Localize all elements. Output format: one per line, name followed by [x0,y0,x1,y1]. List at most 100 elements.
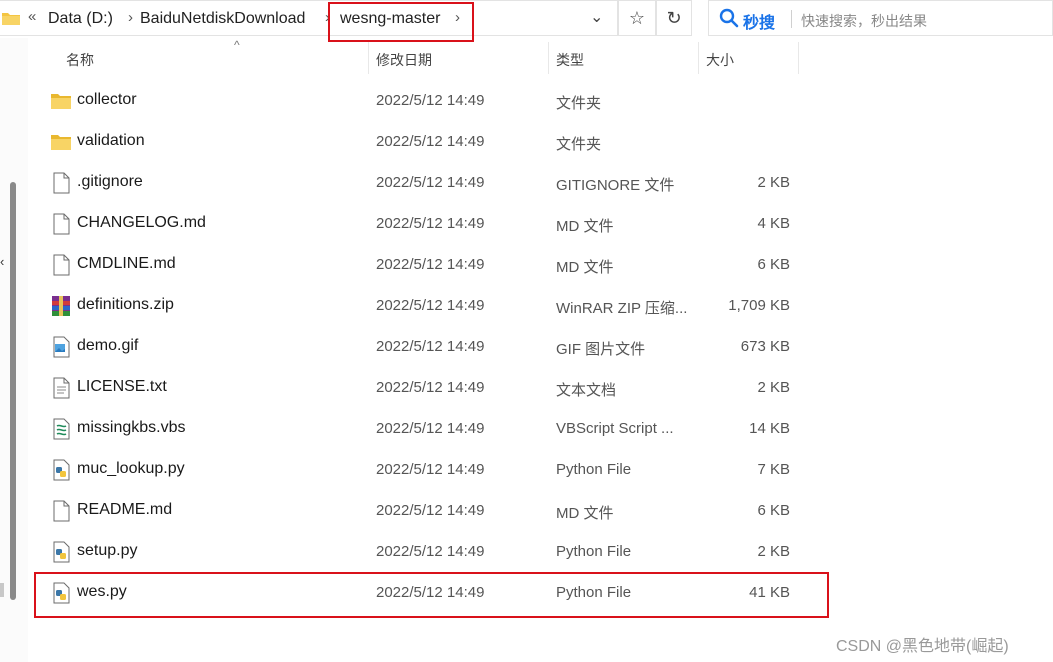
file-type: MD 文件 [556,218,614,235]
sort-ascending-icon: ^ [234,38,240,52]
search-brand: 秒搜 [743,15,776,32]
file-name[interactable]: CHANGELOG.md [77,214,206,232]
file-size: 14 KB [749,420,790,437]
search-box[interactable]: 秒搜 快速搜索，秒出结果 [708,0,1053,36]
address-bar[interactable]: « Data (D:) › BaiduNetdiskDownload › wes… [0,0,618,36]
favorite-button[interactable]: ☆ [618,0,656,36]
file-date: 2022/5/12 14:49 [376,215,485,232]
file-name[interactable]: muc_lookup.py [77,460,185,478]
file-size: 2 KB [757,543,790,560]
file-name[interactable]: README.md [77,501,172,519]
folder-icon [50,131,72,153]
file-date: 2022/5/12 14:49 [376,461,485,478]
file-date: 2022/5/12 14:49 [376,92,485,109]
column-divider[interactable] [698,42,699,74]
column-divider[interactable] [368,42,369,74]
column-size[interactable]: 大小 [706,50,734,70]
folder-icon [50,90,72,112]
python-file-icon [50,541,72,563]
file-name[interactable]: validation [77,132,145,150]
python-file-icon [50,459,72,481]
breadcrumb-drive[interactable]: Data (D:) [48,10,113,28]
file-type: GITIGNORE 文件 [556,177,675,194]
highlight-box-wes-py [34,572,829,618]
star-icon: ☆ [628,7,646,28]
file-icon [50,213,72,235]
file-size: 6 KB [757,256,790,273]
file-date: 2022/5/12 14:49 [376,502,485,519]
file-name[interactable]: missingkbs.vbs [77,419,185,437]
file-row[interactable]: definitions.zip 2022/5/12 14:49 WinRAR ZIP… [28,285,828,326]
file-date: 2022/5/12 14:49 [376,543,485,560]
nav-pane-edge-glyph: ‹ [0,254,5,269]
chevron-down-icon[interactable]: ⌄ [590,7,603,27]
file-type: MD 文件 [556,259,614,276]
nav-pane-edge [0,583,4,597]
image-file-icon [50,336,72,358]
navigation-pane: ‹ [0,38,28,662]
file-row[interactable]: missingkbs.vbs 2022/5/12 14:49 VBScript Sc… [28,408,828,449]
vbscript-icon [50,418,72,440]
file-type: Python File [556,461,632,478]
refresh-button[interactable]: ↻ [656,0,692,36]
file-row[interactable]: .gitignore 2022/5/12 14:49 GITIGNORE 文件 2 K… [28,162,828,203]
refresh-icon: ↻ [666,7,682,28]
file-type: 文件夹 [556,95,602,112]
file-date: 2022/5/12 14:49 [376,420,485,437]
toolbar: « Data (D:) › BaiduNetdiskDownload › wes… [0,0,1053,42]
file-size: 4 KB [757,215,790,232]
column-header: ^ 名称 修改日期 类型 大小 [28,38,1053,78]
column-date[interactable]: 修改日期 [376,50,432,70]
file-name[interactable]: LICENSE.txt [77,378,167,396]
file-size: 673 KB [740,338,790,355]
chevron-right-icon[interactable]: › [128,9,133,26]
file-row[interactable]: demo.gif 2022/5/12 14:49 GIF 图片文件 673 KB [28,326,828,367]
column-type[interactable]: 类型 [556,50,584,70]
scrollbar-thumb[interactable] [10,182,16,600]
column-divider[interactable] [798,42,799,74]
folder-icon [2,13,20,25]
file-name[interactable]: setup.py [77,542,137,560]
file-row[interactable]: muc_lookup.py 2022/5/12 14:49 Python File 7… [28,449,828,490]
file-row[interactable]: setup.py 2022/5/12 14:49 Python File 2 KB [28,531,828,572]
file-row[interactable]: CHANGELOG.md 2022/5/12 14:49 MD 文件 4 KB [28,203,828,244]
file-size: 6 KB [757,502,790,519]
search-icon [719,8,739,28]
file-date: 2022/5/12 14:49 [376,379,485,396]
file-size: 1,709 KB [728,297,790,314]
breadcrumb-folder[interactable]: BaiduNetdiskDownload [140,10,305,28]
file-size: 2 KB [757,174,790,191]
file-date: 2022/5/12 14:49 [376,174,485,191]
divider [791,10,792,28]
file-type: VBScript Script ... [556,420,674,437]
file-row[interactable]: validation 2022/5/12 14:49 文件夹 [28,121,828,162]
file-date: 2022/5/12 14:49 [376,297,485,314]
file-type: WinRAR ZIP 压缩... [556,300,688,317]
file-type: 文件夹 [556,136,602,153]
file-icon [50,500,72,522]
search-input[interactable]: 快速搜索，秒出结果 [801,11,927,31]
file-date: 2022/5/12 14:49 [376,133,485,150]
file-date: 2022/5/12 14:49 [376,256,485,273]
file-name[interactable]: CMDLINE.md [77,255,176,273]
file-type: Python File [556,543,632,560]
file-type: MD 文件 [556,505,614,522]
file-row[interactable]: CMDLINE.md 2022/5/12 14:49 MD 文件 6 KB [28,244,828,285]
winrar-zip-icon [50,295,72,317]
file-type: 文本文档 [556,382,617,399]
overflow-chevron-icon[interactable]: « [28,8,36,25]
file-name[interactable]: definitions.zip [77,296,174,314]
file-size: 2 KB [757,379,790,396]
file-name[interactable]: collector [77,91,137,109]
file-row[interactable]: collector 2022/5/12 14:49 文件夹 [28,80,828,121]
file-row[interactable]: README.md 2022/5/12 14:49 MD 文件 6 KB [28,490,828,531]
column-divider[interactable] [548,42,549,74]
file-icon [50,172,72,194]
highlight-box-current-folder [328,2,474,42]
file-size: 7 KB [757,461,790,478]
file-row[interactable]: LICENSE.txt 2022/5/12 14:49 文本文档 2 KB [28,367,828,408]
file-name[interactable]: .gitignore [77,173,143,191]
watermark: CSDN @黑色地带(崛起) [836,638,1009,655]
column-name[interactable]: 名称 [66,50,94,70]
file-name[interactable]: demo.gif [77,337,138,355]
